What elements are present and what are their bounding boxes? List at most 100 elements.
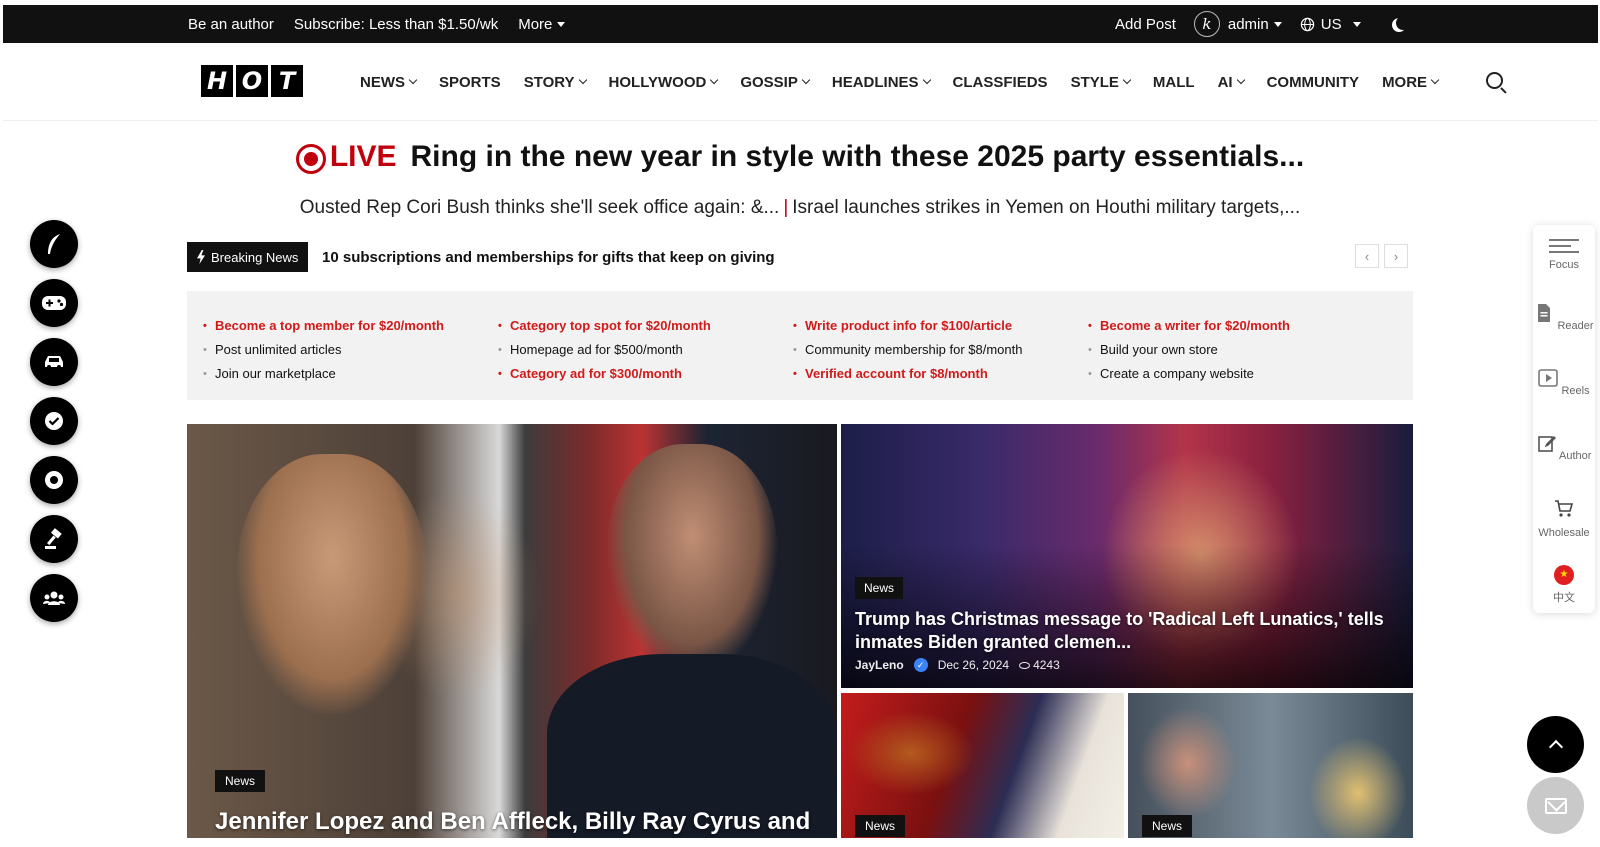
wholesale-button[interactable]: Wholesale: [1533, 498, 1595, 539]
group-icon[interactable]: [30, 574, 78, 622]
article-card[interactable]: News Trump has Christmas message to 'Rad…: [841, 424, 1413, 688]
promo-link[interactable]: Create a company website: [1088, 362, 1290, 386]
logo-letter: T: [271, 65, 303, 97]
badge-check-icon[interactable]: [30, 397, 78, 445]
main-header: H O T NEWS SPORTS STORY HOLLYWOOD GOSSIP HEAD…: [3, 43, 1598, 121]
promo-link[interactable]: Become a top member for $20/month: [203, 314, 444, 338]
play-video-icon: [1538, 369, 1559, 387]
search-icon[interactable]: [1486, 72, 1503, 89]
locale-selector[interactable]: US: [1300, 16, 1361, 33]
user-name: admin: [1227, 15, 1269, 33]
article-card[interactable]: News: [1128, 693, 1413, 838]
chevron-right-icon[interactable]: ›: [1384, 244, 1408, 268]
live-dot-icon: [295, 143, 326, 174]
moon-icon[interactable]: [1396, 16, 1410, 30]
promo-link[interactable]: Homepage ad for $500/month: [498, 338, 711, 362]
caret-down-icon: [1352, 21, 1361, 27]
promo-column: Category top spot for $20/monthHomepage …: [498, 314, 711, 386]
contact-button[interactable]: [1527, 777, 1584, 834]
subscribe-link[interactable]: Subscribe: Less than $1.50/wk: [294, 16, 498, 33]
reels-button[interactable]: Reels: [1533, 368, 1595, 397]
article-title[interactable]: Trump has Christmas message to 'Radical …: [855, 608, 1385, 654]
sport-ball-icon[interactable]: [30, 456, 78, 504]
menu-lines-icon: [1549, 239, 1579, 253]
promo-link[interactable]: Build your own store: [1088, 338, 1290, 362]
nav-item-hollywood[interactable]: HOLLYWOOD: [608, 73, 719, 91]
auction-gavel-icon[interactable]: [30, 515, 78, 563]
site-logo[interactable]: H O T: [201, 65, 303, 97]
promo-link[interactable]: Join our marketplace: [203, 362, 444, 386]
featured-article-card[interactable]: News Jennifer Lopez and Ben Affleck, Bil…: [187, 424, 837, 838]
article-title[interactable]: Jennifer Lopez and Ben Affleck, Billy Ra…: [215, 808, 810, 836]
left-floating-icons: [30, 220, 78, 622]
avatar: k: [1193, 11, 1220, 37]
logo-letter: H: [201, 65, 233, 97]
view-count-value: 4243: [1033, 658, 1060, 672]
sub-headline-2[interactable]: Israel launches strikes in Yemen on Hout…: [792, 197, 1300, 218]
breaking-label: Breaking News: [211, 249, 299, 265]
category-tag[interactable]: News: [855, 815, 906, 837]
chevron-down-icon: [1430, 75, 1440, 85]
nav-item-label: STYLE: [1070, 73, 1119, 91]
article-card[interactable]: News: [841, 693, 1124, 838]
chevron-down-icon: [578, 75, 587, 85]
promo-link[interactable]: Become a writer for $20/month: [1088, 314, 1290, 338]
be-author-link[interactable]: Be an author: [188, 16, 274, 33]
nav-item-headlines[interactable]: HEADLINES: [832, 74, 931, 91]
promo-link[interactable]: Category top spot for $20/month: [498, 314, 711, 338]
language-button[interactable]: ★ 中文: [1533, 565, 1595, 605]
author-name[interactable]: JayLeno: [855, 658, 904, 672]
promo-link[interactable]: Write product info for $100/article: [793, 314, 1022, 338]
reader-button[interactable]: Reader: [1533, 303, 1595, 332]
nav-item-style[interactable]: STYLE: [1070, 73, 1132, 91]
nav-item-label: NEWS: [360, 73, 405, 91]
reels-label: Reels: [1561, 385, 1590, 397]
live-headline[interactable]: Ring in the new year in style with these…: [411, 140, 1305, 173]
back-to-top-button[interactable]: [1527, 716, 1584, 773]
caret-down-icon: [557, 22, 566, 28]
category-tag[interactable]: News: [855, 577, 904, 599]
logo-letter: O: [236, 65, 268, 97]
nav-item-community[interactable]: COMMUNITY: [1267, 74, 1360, 91]
nav-item-label: STORY: [523, 73, 575, 91]
nav-item-ai[interactable]: AI: [1218, 74, 1245, 91]
chevron-down-icon: [408, 75, 418, 85]
add-post-link[interactable]: Add Post: [1115, 16, 1176, 33]
nav-item-classfieds[interactable]: CLASSFIEDS: [953, 74, 1048, 91]
breaking-news-headline[interactable]: 10 subscriptions and memberships for gif…: [322, 249, 775, 266]
photo-person-right: [607, 444, 777, 674]
top-bar: Be an author Subscribe: Less than $1.50/…: [3, 5, 1598, 43]
nav-item-label: MORE: [1382, 73, 1428, 91]
category-tag[interactable]: News: [215, 770, 266, 792]
gamepad-icon[interactable]: [30, 279, 78, 327]
nav-item-sports[interactable]: SPORTS: [439, 74, 501, 91]
chevron-left-icon[interactable]: ‹: [1355, 244, 1379, 268]
nav-item-story[interactable]: STORY: [523, 73, 587, 91]
promo-link[interactable]: Verified account for $8/month: [793, 362, 1022, 386]
more-dropdown[interactable]: More: [518, 16, 566, 33]
car-icon[interactable]: [30, 338, 78, 386]
breaking-nav: ‹ ›: [1355, 244, 1408, 268]
nav-item-gossip[interactable]: GOSSIP: [740, 73, 811, 91]
user-menu[interactable]: k admin: [1193, 11, 1282, 37]
promo-link[interactable]: Category ad for $300/month: [498, 362, 711, 386]
document-icon: [1538, 304, 1551, 322]
nav-item-news[interactable]: NEWS: [360, 73, 418, 91]
promo-link[interactable]: Community membership for $8/month: [793, 338, 1022, 362]
promo-link[interactable]: Post unlimited articles: [203, 338, 444, 362]
sub-headline-1[interactable]: Ousted Rep Cori Bush thinks she'll seek …: [300, 197, 780, 218]
nav-item-mall[interactable]: MALL: [1153, 74, 1195, 91]
promo-column: Write product info for $100/articleCommu…: [793, 314, 1022, 386]
nav-item-label: HOLLYWOOD: [608, 73, 707, 91]
focus-button[interactable]: Focus: [1533, 239, 1595, 271]
promo-column: Become a writer for $20/monthBuild your …: [1088, 314, 1290, 386]
caret-down-icon: [1273, 21, 1282, 27]
nav-item-more[interactable]: MORE: [1382, 73, 1440, 91]
author-button[interactable]: Author: [1533, 433, 1595, 462]
chevron-down-icon: [801, 75, 811, 85]
feather-icon[interactable]: [30, 220, 78, 268]
nav-item-label: GOSSIP: [740, 73, 798, 91]
reader-label: Reader: [1557, 320, 1594, 332]
author-label: Author: [1559, 450, 1592, 462]
category-tag[interactable]: News: [1142, 815, 1193, 837]
